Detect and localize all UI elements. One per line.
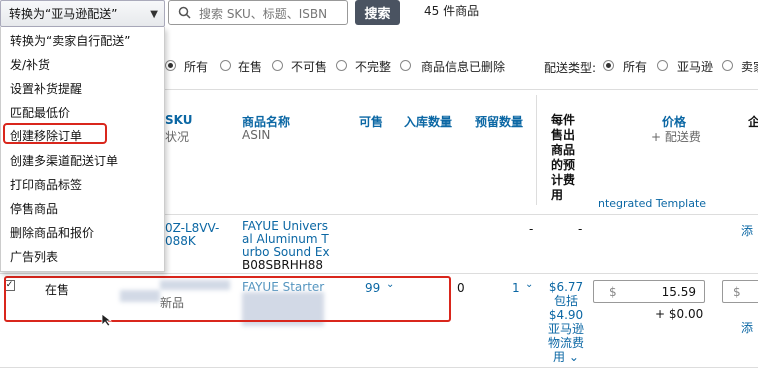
menu-item-ad-list[interactable]: 广告列表 <box>10 248 58 265</box>
menu-item-stop-selling[interactable]: 停售商品 <box>10 200 58 217</box>
bulk-action-menu: 转换为“卖家自行配送” 发/补货 设置补货提醒 匹配最低价 创建移除订单 创建多… <box>0 27 165 272</box>
bulk-action-dropdown[interactable]: 转换为“亚马逊配送” ▼ <box>0 0 165 27</box>
column-divider <box>536 95 537 205</box>
row2-fee-line2: 包括 <box>553 294 578 308</box>
row1-name-line2[interactable]: al Aluminum T <box>242 232 329 246</box>
filter-divider <box>165 89 758 90</box>
cursor-icon <box>101 313 113 327</box>
col-reserved[interactable]: 预留数量 <box>475 113 523 130</box>
col-asin: ASIN <box>242 128 271 142</box>
row1-asin: B08SBRHH88 <box>242 258 324 272</box>
delivery-radio-seller[interactable] <box>722 60 733 71</box>
row1-reserved: - <box>529 222 534 236</box>
row2-inbound: 0 <box>457 281 465 295</box>
row-divider-2 <box>0 273 758 274</box>
row2-fee-line6: 用 ⌄ <box>546 350 586 364</box>
col-condition: 状况 <box>165 130 190 144</box>
menu-item-multichannel-order[interactable]: 创建多渠道配送订单 <box>10 152 118 169</box>
row1-name-line1[interactable]: FAYUE Univers <box>242 219 328 233</box>
row2-fee-line3: $4.90 <box>548 308 584 322</box>
menu-item-match-low-price[interactable]: 匹配最低价 <box>10 104 70 121</box>
menu-item-send-replenish[interactable]: 发/补货 <box>10 56 50 73</box>
status-radio-unsellable[interactable] <box>272 60 283 71</box>
row1-sku[interactable]: 0Z-L8VV- <box>165 221 219 235</box>
row2-action[interactable]: 添 <box>741 319 753 336</box>
chevron-down-icon: ▼ <box>150 9 158 20</box>
removal-order-highlight <box>3 123 107 144</box>
status-radio-all[interactable] <box>165 60 176 71</box>
row2-fee-line6-text: 用 <box>553 350 566 364</box>
row2-fee-line4: 亚马逊 <box>547 322 584 336</box>
status-label-all: 所有 <box>184 60 209 74</box>
row2-fee[interactable]: $6.77 包括 $4.90 亚马逊 物流费 用 ⌄ <box>546 280 586 364</box>
price-input-2[interactable]: $ <box>722 280 758 303</box>
row1-fee: - <box>578 222 583 236</box>
col-sku[interactable]: SKU <box>165 113 192 127</box>
status-radio-deleted[interactable] <box>400 60 411 71</box>
bulk-action-selected: 转换为“亚马逊配送” <box>9 7 118 21</box>
delivery-label-all: 所有 <box>623 60 648 74</box>
row2-fee-line1: $6.77 <box>548 280 584 294</box>
col-extra: 企 <box>748 115 758 129</box>
row-highlight-box <box>4 276 451 322</box>
delivery-label-amazon: 亚马逊 <box>677 60 714 74</box>
status-label-deleted: 商品信息已删除 <box>421 60 506 74</box>
row1-name-line3[interactable]: urbo Sound Ex <box>242 245 330 259</box>
row-divider <box>165 214 758 215</box>
price-value: 15.59 <box>661 285 696 299</box>
row2-shipping: + $0.00 <box>655 307 704 321</box>
price-input[interactable]: $ 15.59 <box>593 280 705 303</box>
reserved-chevron-icon[interactable]: ⌄ <box>525 279 533 290</box>
row2-fee-line5: 物流费 <box>547 336 584 350</box>
col-shipping: + 配送费 <box>651 130 701 144</box>
menu-item-delete-listing[interactable]: 删除商品和报价 <box>10 224 94 241</box>
search-button[interactable]: 搜索 <box>355 0 400 25</box>
price-currency: $ <box>609 285 617 299</box>
col-inbound[interactable]: 入库数量 <box>404 113 452 130</box>
delivery-radio-all[interactable] <box>603 60 614 71</box>
delivery-label-seller: 卖家 <box>741 60 758 74</box>
status-label-incomplete: 不完整 <box>355 60 392 74</box>
status-radio-incomplete[interactable] <box>336 60 347 71</box>
search-input[interactable]: 搜索 SKU、标题、ISBN <box>168 0 348 25</box>
partial-template-text[interactable]: ntegrated Template <box>598 197 706 210</box>
menu-item-restock-alert[interactable]: 设置补货提醒 <box>10 80 82 97</box>
delivery-type-label: 配送类型: <box>544 61 597 75</box>
menu-item-print-labels[interactable]: 打印商品标签 <box>10 176 82 193</box>
row2-reserved[interactable]: 1 <box>512 281 520 295</box>
search-placeholder: 搜索 SKU、标题、ISBN <box>199 7 328 21</box>
col-available[interactable]: 可售 <box>359 113 383 130</box>
search-icon <box>178 6 191 19</box>
row1-action[interactable]: 添 <box>741 222 753 239</box>
status-radio-active[interactable] <box>220 60 231 71</box>
col-estimated-fee: 每件售出商品的预计费用 <box>551 113 576 202</box>
status-label-unsellable: 不可售 <box>291 60 328 74</box>
status-label-active: 在售 <box>238 60 263 74</box>
result-count: 45 件商品 <box>424 4 480 18</box>
fee-chevron-icon: ⌄ <box>568 350 579 364</box>
menu-item-convert-mfn[interactable]: 转换为“卖家自行配送” <box>10 32 130 49</box>
delivery-radio-amazon[interactable] <box>657 60 668 71</box>
row1-sku2[interactable]: 088K <box>165 234 196 248</box>
bottom-divider <box>0 367 758 368</box>
price-currency-2: $ <box>733 285 741 299</box>
